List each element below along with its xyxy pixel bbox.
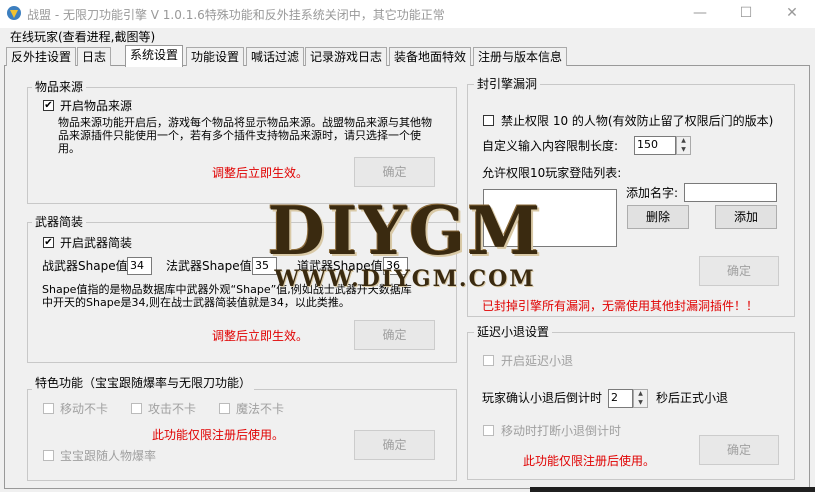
special-confirm-button[interactable]: 确定 [354,430,435,460]
tab-feature-settings[interactable]: 功能设置 [186,47,245,66]
check-icon: ✔ [44,237,53,248]
countdown-prefix-label: 玩家确认小退后倒计时 [482,391,603,405]
item-source-description: 物品来源功能开启后，游戏每个物品将显示物品来源。战盟物品来源与其他物品来源插件只… [58,116,432,155]
warrior-shape-label: 战武器Shape值: [42,259,132,273]
quit-delay-confirm-button[interactable]: 确定 [699,435,779,465]
taoist-shape-label: 道武器Shape值: [297,259,387,273]
maxlen-spinner[interactable]: ▲ ▼ [676,136,691,155]
maximize-button[interactable]: ☐ [723,0,769,28]
weapon-enable-label: 开启武器简装 [60,236,133,250]
add-name-input[interactable] [684,183,777,202]
maxlen-label: 自定义输入内容限制长度: [482,139,619,153]
spin-up-icon[interactable]: ▲ [634,390,647,399]
mage-shape-label: 法武器Shape值: [166,259,256,273]
group-quit-delay-title: 延迟小退设置 [474,325,553,339]
maxlen-input[interactable]: 150 [634,136,676,155]
quit-delay-notice: 此功能仅限注册后使用。 [523,454,656,468]
tab-chat-filter[interactable]: 喊话过滤 [246,47,305,66]
spin-down-icon[interactable]: ▼ [677,146,690,155]
close-button[interactable]: ✕ [769,0,815,28]
weapon-checkbox[interactable]: ✔ [43,237,54,248]
ban-level10-label: 禁止权限 10 的人物(有效防止留了权限后门的版本) [501,114,774,128]
seal-confirm-button[interactable]: 确定 [699,256,779,286]
add-button[interactable]: 添加 [715,205,777,229]
magic-no-lag-label: 魔法不卡 [236,402,285,416]
attack-no-lag-label: 攻击不卡 [148,402,197,416]
menu-online-players[interactable]: 在线玩家(查看进程,截图等) [10,28,155,46]
special-notice: 此功能仅限注册后使用。 [152,428,285,442]
move-interrupt-label: 移动时打断小退倒计时 [501,424,622,438]
tab-game-log[interactable]: 记录游戏日志 [305,47,388,66]
check-icon: ✔ [44,100,53,111]
group-weapon-title: 武器简装 [32,215,87,229]
countdown-suffix-label: 秒后正式小退 [656,391,729,405]
group-seal-title: 封引擎漏洞 [474,77,541,91]
tab-log[interactable]: 日志 [77,47,112,66]
group-item-source-title: 物品来源 [32,80,87,94]
allow-list-label: 允许权限10玩家登陆列表: [482,166,622,180]
ban-level10-checkbox[interactable] [483,115,494,126]
seal-notice: 已封掉引擎所有漏洞，无需使用其他封漏洞插件！！ [482,299,759,313]
spin-up-icon[interactable]: ▲ [677,137,690,146]
delete-button[interactable]: 删除 [627,205,689,229]
move-no-lag-checkbox[interactable] [43,403,54,414]
allow-list-box[interactable] [483,189,617,247]
attack-no-lag-checkbox[interactable] [131,403,142,414]
taoist-shape-input[interactable]: 36 [383,257,408,275]
taskbar-edge [530,487,815,492]
window-title: 战盟 - 无限刀功能引擎 V 1.0.1.6特殊功能和反外挂系统关闭中，其它功能… [27,8,445,22]
minimize-button[interactable]: — [677,0,723,28]
item-source-confirm-button[interactable]: 确定 [354,157,435,187]
weapon-description: Shape值指的是物品数据库中武器外观“Shape”值,例如战士武器开天数据库中… [42,283,412,309]
tab-ground-effects[interactable]: 装备地面特效 [389,47,472,66]
countdown-spinner[interactable]: ▲ ▼ [633,389,648,408]
quit-delay-checkbox[interactable] [483,355,494,366]
item-source-enable-label: 开启物品来源 [60,99,133,113]
pet-drop-label: 宝宝跟随人物爆率 [60,449,157,463]
quit-delay-enable-label: 开启延迟小退 [501,354,574,368]
spin-down-icon[interactable]: ▼ [634,399,647,408]
tab-anticheat[interactable]: 反外挂设置 [6,47,77,66]
tab-registration[interactable]: 注册与版本信息 [473,47,568,66]
weapon-notice: 调整后立即生效。 [212,329,309,343]
pet-drop-checkbox[interactable] [43,450,54,461]
tab-system-settings[interactable]: 系统设置 [125,45,184,67]
group-special-title: 特色功能（宝宝跟随爆率与无限刀功能） [32,376,255,390]
item-source-checkbox[interactable]: ✔ [43,100,54,111]
countdown-input[interactable]: 2 [608,389,633,408]
item-source-notice: 调整后立即生效。 [212,166,309,180]
mage-shape-input[interactable]: 35 [252,257,277,275]
move-interrupt-checkbox[interactable] [483,425,494,436]
weapon-confirm-button[interactable]: 确定 [354,320,435,350]
move-no-lag-label: 移动不卡 [60,402,109,416]
magic-no-lag-checkbox[interactable] [219,403,230,414]
warrior-shape-input[interactable]: 34 [127,257,152,275]
add-name-label: 添加名字: [626,186,679,200]
app-icon [7,6,21,20]
